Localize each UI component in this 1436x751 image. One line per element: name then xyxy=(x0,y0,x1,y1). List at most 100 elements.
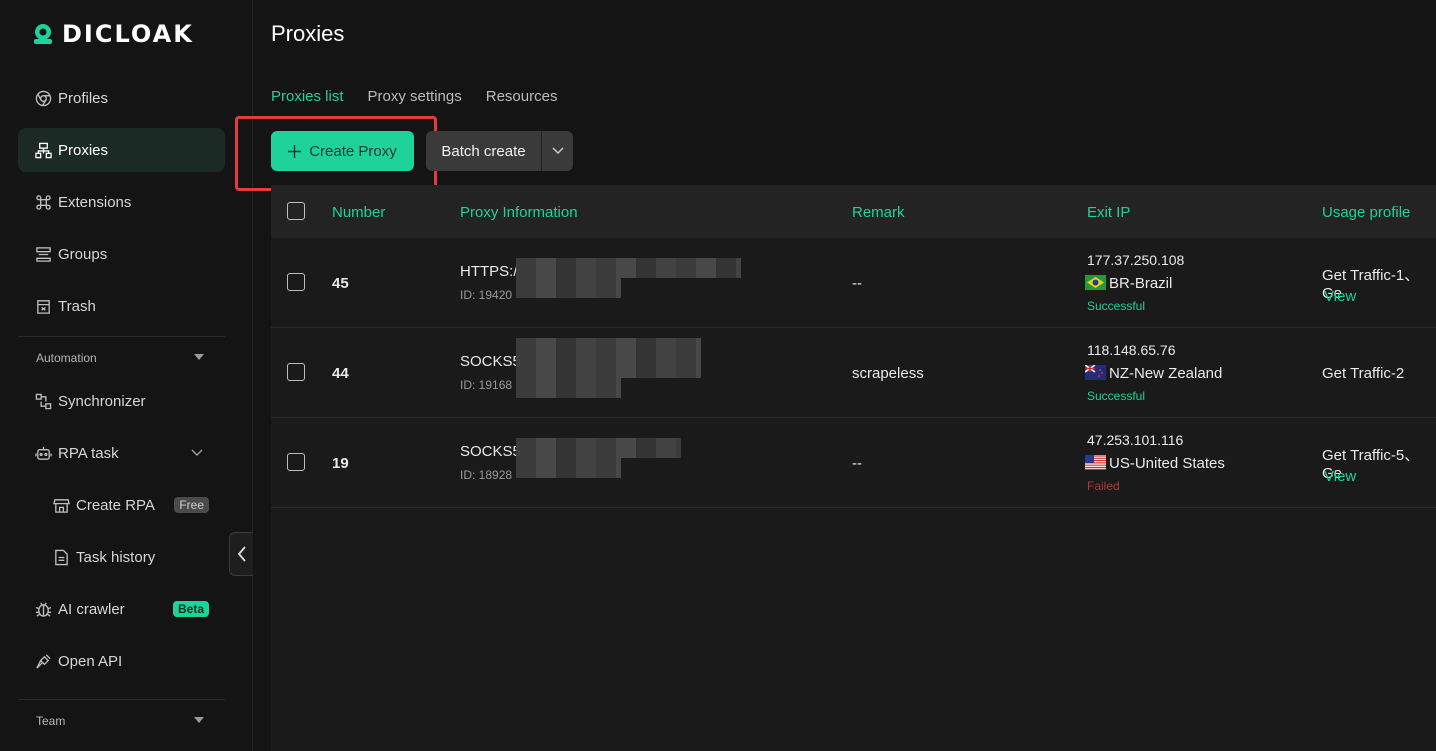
page-title: Proxies xyxy=(271,21,345,46)
row-number: 19 xyxy=(332,455,349,472)
tab-proxy-settings[interactable]: Proxy settings xyxy=(368,88,462,105)
row-checkbox[interactable] xyxy=(287,273,305,291)
sync-icon xyxy=(34,392,52,410)
tab-proxies-list[interactable]: Proxies list xyxy=(271,88,344,105)
document-icon xyxy=(52,548,70,566)
collapse-sidebar-button[interactable] xyxy=(229,532,253,576)
brazil-flag-icon xyxy=(1085,275,1106,290)
proxy-info: SOCKS5 xyxy=(460,353,521,370)
country-name: NZ-New Zealand xyxy=(1109,365,1223,382)
exit-country: BR-Brazil xyxy=(1085,275,1172,292)
country-name: US-United States xyxy=(1109,455,1225,472)
exit-country: NZ-New Zealand xyxy=(1085,365,1222,382)
table-row[interactable]: 19 SOCKS5 ID: 18928 -- 47.253.101.116 US… xyxy=(271,418,1436,508)
batch-dropdown-toggle[interactable] xyxy=(542,147,573,155)
sidebar-item-proxies[interactable]: Proxies xyxy=(18,128,225,172)
plug-icon xyxy=(34,652,52,670)
column-header-usage-profile[interactable]: Usage profile xyxy=(1322,204,1410,221)
sidebar-item-label: RPA task xyxy=(58,444,119,462)
redacted-block xyxy=(516,378,621,398)
new-zealand-flag-icon xyxy=(1085,365,1106,380)
sidebar: DICLOAK Profiles Proxies Extensions Grou xyxy=(0,0,253,751)
sidebar-item-rpa-task[interactable]: RPA task xyxy=(18,431,225,475)
us-flag-icon xyxy=(1085,455,1106,470)
app-window: DICLOAK Profiles Proxies Extensions Grou xyxy=(0,0,1436,751)
sidebar-item-label: Task history xyxy=(76,548,156,566)
bug-icon xyxy=(34,600,52,618)
trash-icon xyxy=(34,297,52,315)
column-header-number[interactable]: Number xyxy=(332,204,385,221)
table-row[interactable]: 44 SOCKS5 ID: 19168 scrapeless 118.148.6… xyxy=(271,328,1436,418)
row-checkbox[interactable] xyxy=(287,453,305,471)
column-header-exit-ip[interactable]: Exit IP xyxy=(1087,204,1130,221)
network-icon xyxy=(34,141,52,159)
sidebar-item-label: Proxies xyxy=(58,141,109,159)
chevron-down-icon[interactable] xyxy=(191,446,203,460)
remark: -- xyxy=(852,455,862,472)
table-header: Number Proxy Information Remark Exit IP … xyxy=(271,185,1436,238)
row-checkbox[interactable] xyxy=(287,363,305,381)
sidebar-item-synchronizer[interactable]: Synchronizer xyxy=(18,379,225,423)
proxy-info: SOCKS5 xyxy=(460,443,521,460)
team-section-label: Team xyxy=(36,714,66,728)
sidebar-item-label: Profiles xyxy=(58,89,109,107)
table-row[interactable]: 45 HTTPS:/ ID: 19420 -- 177.37.250.108 B… xyxy=(271,238,1436,328)
batch-create-label: Batch create xyxy=(441,142,526,160)
row-number: 45 xyxy=(332,275,349,292)
chrome-icon xyxy=(34,89,52,107)
redacted-block xyxy=(516,258,741,278)
country-name: BR-Brazil xyxy=(1109,275,1173,292)
remark: -- xyxy=(852,275,862,292)
sidebar-item-extensions[interactable]: Extensions xyxy=(18,180,225,224)
proxy-id: ID: 19168 xyxy=(460,378,513,392)
column-header-proxy-information[interactable]: Proxy Information xyxy=(460,204,578,221)
layers-icon xyxy=(34,245,52,263)
sidebar-item-label: Synchronizer xyxy=(58,392,146,410)
sidebar-item-label: Groups xyxy=(58,245,108,263)
exit-ip: 47.253.101.116 xyxy=(1087,432,1184,448)
usage-profile: Get Traffic-2 xyxy=(1322,365,1405,382)
view-link[interactable]: View xyxy=(1324,468,1356,485)
caret-down-icon[interactable] xyxy=(194,717,204,723)
divider xyxy=(18,336,225,337)
select-all-checkbox[interactable] xyxy=(287,202,305,220)
redacted-block xyxy=(516,278,621,298)
proxy-id: ID: 18928 xyxy=(460,468,513,482)
robot-icon xyxy=(34,444,52,462)
sidebar-item-open-api[interactable]: Open API xyxy=(18,639,225,683)
sidebar-item-create-rpa[interactable]: Create RPA Free xyxy=(18,483,225,527)
brand-name: DICLOAK xyxy=(62,20,194,48)
status-text: Successful xyxy=(1087,299,1146,313)
automation-section-label: Automation xyxy=(36,351,97,365)
remark: scrapeless xyxy=(852,365,924,382)
sidebar-item-label: Trash xyxy=(58,297,96,315)
sidebar-item-task-history[interactable]: Task history xyxy=(18,535,225,579)
view-link[interactable]: View xyxy=(1324,288,1356,305)
sidebar-item-groups[interactable]: Groups xyxy=(18,232,225,276)
exit-ip: 177.37.250.108 xyxy=(1087,252,1185,268)
proxies-table: Number Proxy Information Remark Exit IP … xyxy=(271,185,1436,751)
highlight-annotation xyxy=(235,116,437,191)
batch-create-button[interactable]: Batch create xyxy=(426,131,573,171)
free-badge: Free xyxy=(174,497,209,513)
sidebar-item-label: Extensions xyxy=(58,193,132,211)
column-header-remark[interactable]: Remark xyxy=(852,204,905,221)
beta-badge: Beta xyxy=(172,601,209,617)
status-text: Successful xyxy=(1087,389,1146,403)
caret-down-icon[interactable] xyxy=(194,354,204,360)
sidebar-item-profiles[interactable]: Profiles xyxy=(18,76,225,120)
sidebar-item-ai-crawler[interactable]: AI crawler Beta xyxy=(18,587,225,631)
exit-country: US-United States xyxy=(1085,455,1225,472)
divider xyxy=(18,699,225,700)
sidebar-item-label: AI crawler xyxy=(58,600,125,618)
row-number: 44 xyxy=(332,365,349,382)
tab-resources[interactable]: Resources xyxy=(486,88,558,105)
exit-ip: 118.148.65.76 xyxy=(1087,342,1176,358)
chevron-down-icon xyxy=(552,147,563,154)
proxy-id: ID: 19420 xyxy=(460,288,513,302)
sidebar-item-label: Create RPA xyxy=(76,496,155,514)
redacted-block xyxy=(516,438,681,458)
proxy-info: HTTPS:/ xyxy=(460,263,518,280)
sidebar-item-label: Open API xyxy=(58,652,123,670)
sidebar-item-trash[interactable]: Trash xyxy=(18,284,225,328)
